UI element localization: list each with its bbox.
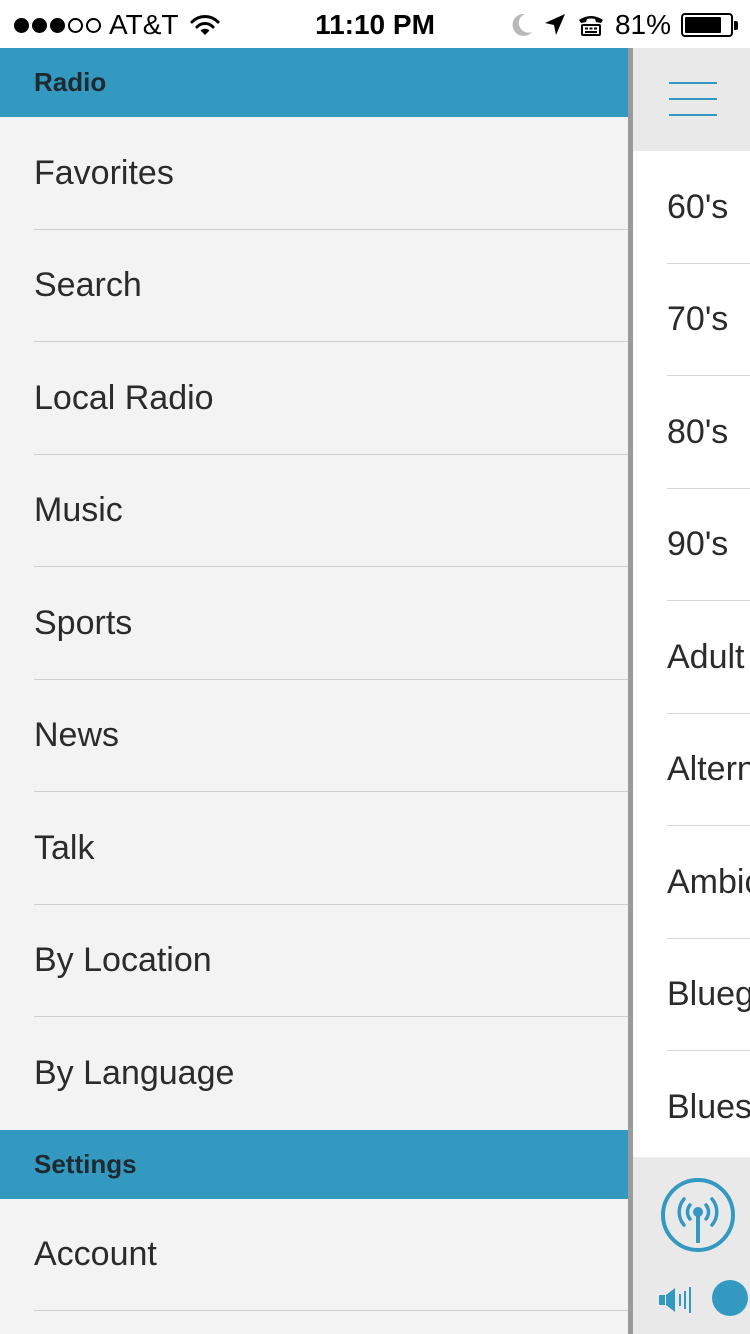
genre-label: 90's [667,525,729,564]
section-header-label: Settings [34,1148,137,1179]
genre-label: Ambic [667,862,750,901]
menu-item-by-location[interactable]: By Location [0,905,628,1018]
status-right: 81% [511,8,738,42]
menu-item-local-radio[interactable]: Local Radio [0,342,628,455]
battery-tip [734,20,738,30]
menu-item-label: By Language [34,1053,235,1092]
genre-label: 60's [667,187,729,226]
menu-item-label: By Location [34,941,212,980]
mini-player [633,1157,750,1334]
battery-fill [685,17,721,33]
menu-item-label: Search [34,266,142,305]
menu-item-label: Account [34,1235,157,1274]
menu-item-label: Talk [34,828,95,867]
genre-label: Blueg [667,975,750,1014]
genre-item[interactable]: Ambic [633,826,750,939]
section-header-label: Radio [34,67,107,97]
menu-item-music[interactable]: Music [0,455,628,568]
genre-item[interactable]: 90's [633,489,750,602]
menu-item-sports[interactable]: Sports [0,567,628,680]
menu-item-label: Local Radio [34,378,214,417]
menu-item-label: News [34,716,120,755]
genre-item[interactable]: Altern [633,714,750,827]
menu-item-by-language[interactable]: By Language [0,1017,628,1130]
menu-item-label: Favorites [34,153,174,192]
battery-percent: 81% [614,9,671,40]
menu-item-label: Music [34,491,123,530]
menu-item-favorites[interactable]: Favorites [0,117,628,230]
battery-icon [681,13,738,37]
section-header-radio: Radio [0,48,628,117]
genre-label: Blues [667,1087,750,1126]
genre-item[interactable]: Adult [633,601,750,714]
genre-item[interactable]: 80's [633,376,750,489]
menu-item-news[interactable]: News [0,680,628,793]
main-panel: 60's 70's 80's 90's Adult Altern Ambic B… [633,48,750,1334]
genre-item[interactable]: Blues [633,1051,750,1164]
top-bar [633,48,750,151]
radio-tower-icon[interactable] [660,1177,736,1253]
speaker-icon[interactable] [659,1285,705,1315]
hamburger-icon[interactable] [669,82,717,116]
menu-item-label: Sports [34,603,133,642]
section-header-settings: Settings [0,1129,628,1199]
battery-shell [681,13,733,37]
genre-item[interactable]: 60's [633,151,750,264]
menu-item-talk[interactable]: Talk [0,792,628,905]
navigation-drawer: Radio Favorites Search Local Radio Music… [0,48,628,1334]
genre-label: 80's [667,412,729,451]
genre-item[interactable]: 70's [633,264,750,377]
genre-list: 60's 70's 80's 90's Adult Altern Ambic B… [633,151,750,1164]
menu-item-account[interactable]: Account [0,1199,628,1312]
genre-label: 70's [667,300,729,339]
location-arrow-icon [544,14,565,35]
moon-icon [512,13,532,36]
genre-label: Adult [667,637,745,676]
tty-icon [578,16,603,36]
menu-item-search[interactable]: Search [0,230,628,343]
genre-label: Altern [667,750,750,789]
genre-item[interactable]: Blueg [633,939,750,1052]
volume-slider-knob[interactable] [712,1280,748,1316]
status-bar: AT&T 11:10 PM 81% [0,0,750,48]
